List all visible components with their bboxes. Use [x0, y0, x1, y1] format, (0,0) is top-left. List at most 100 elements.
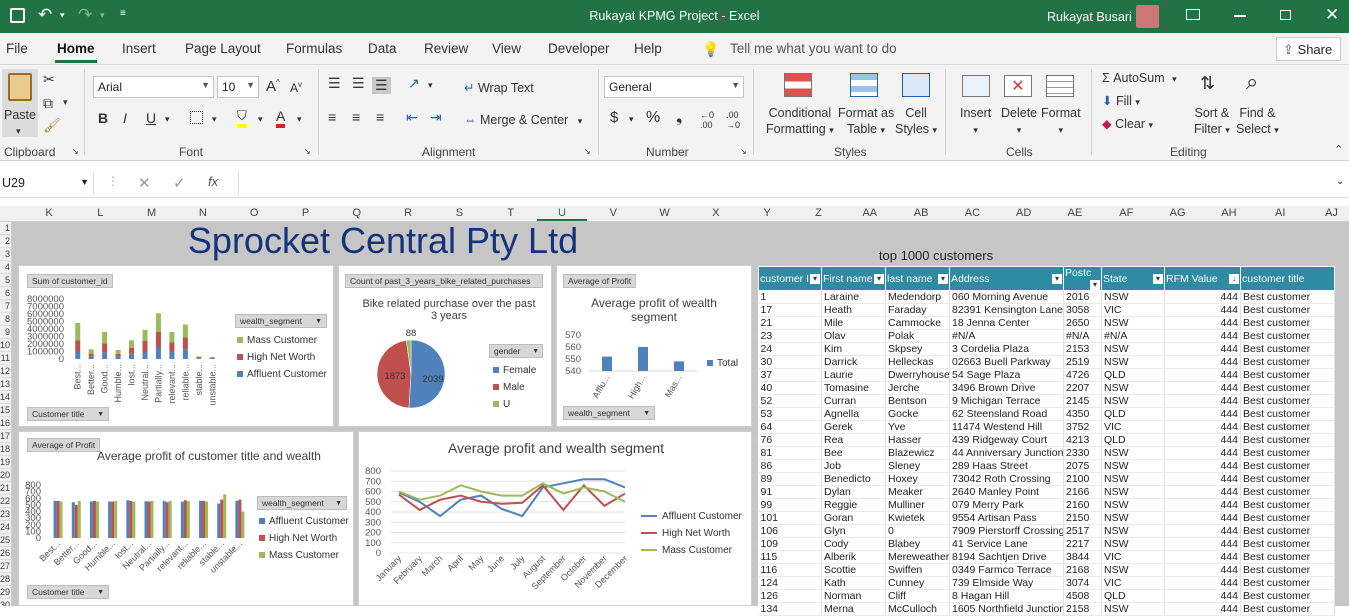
table-row[interactable]: 30DarrickHelleckas02663 Buell Parkway251… — [759, 356, 1335, 369]
table-cell[interactable]: Glyn — [822, 525, 886, 538]
clear-button[interactable]: ◆ Clear ▾ — [1102, 116, 1153, 133]
table-cell[interactable]: NSW — [1102, 382, 1165, 395]
table-cell[interactable]: 2517 — [1064, 525, 1102, 538]
tab-page-layout[interactable]: Page Layout — [185, 41, 261, 56]
table-cell[interactable]: 0349 Farmco Terrace — [950, 564, 1064, 577]
filter-button-customer-title[interactable]: Customer title▼ — [27, 407, 109, 421]
row-header[interactable]: 18 — [0, 443, 11, 456]
table-cell[interactable]: Mulliner — [886, 499, 950, 512]
table-cell[interactable]: 2166 — [1064, 486, 1102, 499]
table-cell[interactable]: Best customer — [1241, 421, 1335, 434]
tab-file[interactable]: File — [6, 41, 28, 56]
table-cell[interactable]: Best customer — [1241, 304, 1335, 317]
table-row[interactable]: 124KathCunney739 Elmside Way3074VIC444Be… — [759, 577, 1335, 590]
fill-color-dropdown-icon[interactable]: ▾ — [258, 114, 263, 125]
format-as-table-button[interactable]: Format asTable ▾ — [838, 105, 894, 138]
table-cell[interactable]: 53 — [759, 408, 822, 421]
close-icon[interactable]: ✕ — [1325, 5, 1339, 25]
table-row[interactable]: 76ReaHasser439 Ridgeway Court4213QLD444B… — [759, 434, 1335, 447]
table-cell[interactable]: NSW — [1102, 564, 1165, 577]
table-cell[interactable]: Best customer — [1241, 317, 1335, 330]
decrease-decimal-icon[interactable]: .00→0 — [726, 110, 740, 130]
table-cell[interactable]: Cliff — [886, 590, 950, 603]
table-cell[interactable]: 2145 — [1064, 395, 1102, 408]
row-header[interactable]: 2 — [0, 235, 11, 248]
table-row[interactable]: 1LaraineMedendorp060 Morning Avenue2016N… — [759, 291, 1335, 304]
table-cell[interactable]: Best customer — [1241, 538, 1335, 551]
table-cell[interactable]: 4350 — [1064, 408, 1102, 421]
user-name[interactable]: Rukayat Busari — [1047, 10, 1132, 24]
table-cell[interactable]: NSW — [1102, 538, 1165, 551]
table-cell[interactable]: Job — [822, 460, 886, 473]
borders-dropdown-icon[interactable]: ▾ — [212, 114, 217, 125]
table-cell[interactable]: Rea — [822, 434, 886, 447]
table-cell[interactable]: 81 — [759, 447, 822, 460]
column-header-cell[interactable]: Address▾ — [950, 267, 1064, 291]
table-cell[interactable]: 444 — [1165, 317, 1241, 330]
column-header[interactable]: Z — [794, 207, 844, 219]
fill-color-icon[interactable]: ⛉ — [237, 108, 247, 128]
font-color-dropdown-icon[interactable]: ▾ — [297, 114, 302, 125]
table-cell[interactable]: Goran — [822, 512, 886, 525]
table-cell[interactable]: Best customer — [1241, 382, 1335, 395]
table-cell[interactable]: 4726 — [1064, 369, 1102, 382]
table-cell[interactable]: 76 — [759, 434, 822, 447]
table-row[interactable]: 23OlavPolak#N/A#N/A#N/A444Best customer — [759, 330, 1335, 343]
column-header[interactable]: AJ — [1307, 207, 1349, 219]
table-cell[interactable]: 444 — [1165, 304, 1241, 317]
top-align-icon[interactable]: ☰ — [328, 75, 341, 92]
column-header[interactable]: X — [691, 207, 741, 219]
table-cell[interactable]: 7909 Pierstorff Crossing — [950, 525, 1064, 538]
format-painter-icon[interactable]: 🖌 — [43, 117, 61, 134]
table-cell[interactable]: Best customer — [1241, 577, 1335, 590]
table-cell[interactable]: Tomasine — [822, 382, 886, 395]
table-row[interactable]: 101GoranKwietek9554 Artisan Pass2150NSW4… — [759, 512, 1335, 525]
table-row[interactable]: 134MernaMcCulloch1605 Northfield Junctio… — [759, 603, 1335, 616]
cell-styles-button[interactable]: CellStyles ▾ — [895, 105, 937, 138]
column-header[interactable]: AD — [999, 207, 1049, 219]
row-header[interactable]: 8 — [0, 313, 11, 326]
column-header[interactable]: Q — [332, 207, 382, 219]
row-header[interactable]: 30 — [0, 599, 11, 606]
row-header[interactable]: 26 — [0, 547, 11, 560]
table-cell[interactable]: Gocke — [886, 408, 950, 421]
table-cell[interactable]: Sleney — [886, 460, 950, 473]
alignment-launcher-icon[interactable]: ↘ — [584, 147, 591, 156]
middle-align-icon[interactable]: ☰ — [352, 75, 365, 92]
table-cell[interactable]: 444 — [1165, 447, 1241, 460]
table-cell[interactable]: 54 Sage Plaza — [950, 369, 1064, 382]
bottom-align-icon[interactable]: ☰ — [372, 77, 391, 94]
table-row[interactable]: 37LaurieDwerryhouse54 Sage Plaza4726QLD4… — [759, 369, 1335, 382]
table-cell[interactable]: #N/A — [1102, 330, 1165, 343]
row-header[interactable]: 21 — [0, 482, 11, 495]
table-cell[interactable]: Best customer — [1241, 369, 1335, 382]
table-cell[interactable]: 444 — [1165, 486, 1241, 499]
table-cell[interactable]: NSW — [1102, 525, 1165, 538]
ribbon-display-icon[interactable] — [1186, 9, 1200, 20]
table-cell[interactable]: Jerche — [886, 382, 950, 395]
column-header[interactable]: U — [537, 207, 587, 221]
insert-function-icon[interactable]: fx — [208, 174, 218, 189]
table-cell[interactable]: #N/A — [1064, 330, 1102, 343]
decrease-font-icon[interactable]: Av — [290, 80, 302, 95]
table-cell[interactable]: Kwietek — [886, 512, 950, 525]
legend-field-button-gender[interactable]: gender▼ — [489, 344, 543, 358]
table-cell[interactable]: 2650 — [1064, 317, 1102, 330]
table-cell[interactable]: 444 — [1165, 499, 1241, 512]
table-cell[interactable]: QLD — [1102, 369, 1165, 382]
table-cell[interactable]: 444 — [1165, 369, 1241, 382]
row-header[interactable]: 10 — [0, 339, 11, 352]
column-header[interactable]: W — [640, 207, 690, 219]
table-cell[interactable]: 37 — [759, 369, 822, 382]
table-cell[interactable]: 30 — [759, 356, 822, 369]
bold-icon[interactable]: B — [98, 110, 108, 126]
table-cell[interactable]: Best customer — [1241, 460, 1335, 473]
table-row[interactable]: 24KimSkpsey3 Cordelia Plaza2153NSW444Bes… — [759, 343, 1335, 356]
table-cell[interactable]: NSW — [1102, 460, 1165, 473]
column-header[interactable]: S — [434, 207, 484, 219]
column-header[interactable]: L — [75, 207, 125, 219]
row-header[interactable]: 22 — [0, 495, 11, 508]
table-cell[interactable]: 739 Elmside Way — [950, 577, 1064, 590]
table-cell[interactable]: 3 Cordelia Plaza — [950, 343, 1064, 356]
table-cell[interactable]: 2153 — [1064, 343, 1102, 356]
